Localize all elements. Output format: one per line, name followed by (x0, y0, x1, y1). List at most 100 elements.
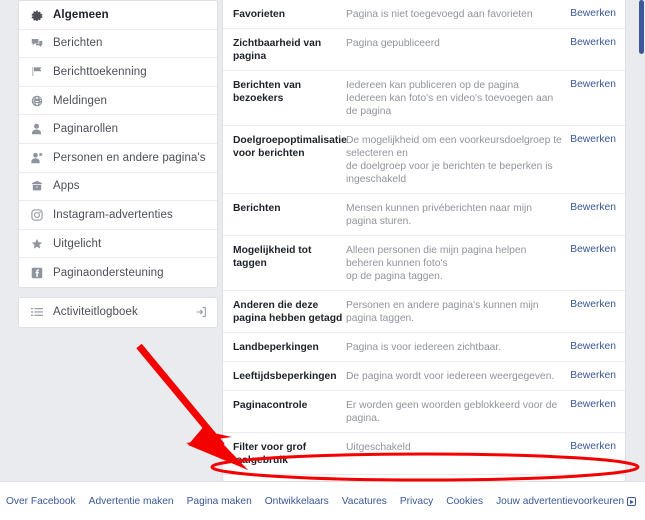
footer-link-list: Over Facebook Advertentie maken Pagina mak… (0, 482, 645, 520)
app-root: Algemeen Berichten Berichttoekenning Meldin… (0, 0, 645, 520)
edit-link[interactable]: Bewerken (570, 369, 616, 381)
settings-row-label: Anderen die deze pagina hebben getagd (233, 300, 343, 324)
footer-link-label: Advertentie maken (88, 496, 174, 507)
footer-link-jouw-advertentievoorkeuren[interactable]: Jouw advertentievoorkeuren (496, 496, 637, 507)
settings-row-label: Paginacontrole (233, 400, 308, 411)
sidebar-item-paginarollen[interactable]: Paginarollen (19, 115, 217, 144)
settings-row-label: Leeftijdsbeperkingen (233, 371, 337, 382)
settings-row: Paginacontrole Er worden geen woorden geb… (223, 391, 625, 433)
settings-row-value: Pagina is niet toegevoegd aan favorieten (346, 7, 570, 21)
site-footer: Over Facebook Advertentie maken Pagina mak… (0, 481, 645, 520)
page-body: Algemeen Berichten Berichttoekenning Meldin… (0, 0, 645, 520)
settings-row: Leeftijdsbeperkingen De pagina wordt voor… (223, 362, 625, 391)
sidebar-item-berichttoekenning[interactable]: Berichttoekenning (19, 58, 217, 87)
settings-row-value: De mogelijkheid om een voorkeursdoelgroe… (346, 133, 570, 186)
settings-row-value-line: Pagina is voor iedereen zichtbaar. (346, 342, 502, 353)
settings-table: Favorieten Pagina is niet toegevoegd aan … (222, 0, 626, 520)
settings-row-label: Berichten van bezoekers (233, 80, 302, 104)
sidebar-item-label: Paginaondersteuning (53, 266, 164, 279)
footer-link-pagina-maken[interactable]: Pagina maken (187, 496, 252, 507)
sidebar-item-berichten[interactable]: Berichten (19, 30, 217, 59)
sidebar-item-personen-en-andere-pagina-s[interactable]: Personen en andere pagina's (19, 144, 217, 173)
sidebar-item-algemeen[interactable]: Algemeen (19, 1, 217, 30)
page-scrollbar[interactable] (638, 0, 645, 481)
person-add-icon (29, 151, 44, 164)
settings-row-value: Mensen kunnen privéberichten naar mijn p… (346, 201, 570, 228)
settings-row-value: Personen en andere pagina's kunnen mijn … (346, 298, 570, 325)
settings-row-value: De pagina wordt voor iedereen weergegeve… (346, 369, 570, 383)
footer-link-label: Cookies (446, 496, 484, 507)
box-icon (29, 180, 44, 193)
sidebar-item-label: Algemeen (53, 8, 109, 21)
settings-row-value: Iedereen kan publiceren op de pagina Iede… (346, 78, 570, 118)
settings-row-value: Pagina gepubliceerd (346, 36, 570, 50)
globe-icon (29, 94, 44, 107)
settings-row-value: Er worden geen woorden geblokkeerd voor … (346, 398, 570, 425)
edit-link[interactable]: Bewerken (570, 78, 616, 90)
list-icon (29, 306, 44, 319)
settings-row: Filter voor grof taalgebruik Uitgeschakel… (223, 433, 625, 475)
settings-row-value-line: Pagina is niet toegevoegd aan favorieten (346, 9, 533, 20)
settings-row-label: Berichten (233, 203, 281, 214)
footer-link-vacatures[interactable]: Vacatures (342, 496, 387, 507)
settings-row-value-line: Mensen kunnen privéberichten naar mijn p… (346, 203, 533, 227)
settings-row-label: Favorieten (233, 9, 286, 20)
settings-row-value-line: De pagina wordt voor iedereen weergegeve… (346, 371, 555, 382)
edit-link[interactable]: Bewerken (570, 298, 616, 310)
sidebar-item-label: Activiteitlogboek (53, 306, 138, 319)
edit-link[interactable]: Bewerken (570, 7, 616, 19)
settings-row-label: Doelgroepoptimalisatie voor berichten (233, 135, 347, 159)
sidebar-item-paginaondersteuning[interactable]: Paginaondersteuning (19, 258, 217, 287)
open-external-icon[interactable] (195, 306, 207, 318)
settings-row: Anderen die deze pagina hebben getagd Per… (223, 291, 625, 333)
edit-link[interactable]: Bewerken (570, 340, 616, 352)
sidebar-item-label: Meldingen (53, 94, 107, 107)
settings-row-value-line: Pagina gepubliceerd (346, 38, 440, 49)
footer-link-label: Vacatures (341, 496, 387, 507)
sidebar-item-label: Personen en andere pagina's (53, 151, 206, 164)
settings-row: Berichten van bezoekers Iedereen kan publ… (223, 71, 625, 126)
footer-link-label: Over Facebook (6, 496, 76, 507)
edit-link[interactable]: Bewerken (570, 36, 616, 48)
sidebar-item-apps[interactable]: Apps (19, 173, 217, 202)
edit-link[interactable]: Bewerken (570, 440, 616, 452)
instagram-icon (29, 208, 44, 221)
sidebar-item-label: Instagram-advertenties (53, 208, 173, 221)
settings-row-value-line: Personen en andere pagina's kunnen mijn … (346, 300, 539, 324)
settings-row: Zichtbaarheid van pagina Pagina gepublice… (223, 29, 625, 71)
facebook-icon (29, 266, 44, 279)
settings-row-value: Uitgeschakeld (346, 440, 570, 454)
edit-link[interactable]: Bewerken (570, 243, 616, 255)
footer-link-ontwikkelaars[interactable]: Ontwikkelaars (265, 496, 329, 507)
settings-row-value-line: Er worden geen woorden geblokkeerd voor … (346, 400, 558, 424)
adchoices-icon[interactable] (627, 497, 637, 506)
sidebar-item-content: Activiteitlogboek (29, 306, 138, 319)
settings-row: Berichten Mensen kunnen privéberichten na… (223, 194, 625, 236)
footer-link-cookies[interactable]: Cookies (446, 496, 483, 507)
sidebar-item-activiteitlogboek[interactable]: Activiteitlogboek (19, 298, 217, 327)
settings-row-value: Pagina is voor iedereen zichtbaar. (346, 340, 570, 354)
sidebar-item-label: Berichttoekenning (53, 65, 147, 78)
edit-link[interactable]: Bewerken (570, 133, 616, 145)
sidebar-item-label: Paginarollen (53, 123, 119, 136)
flag-icon (29, 65, 44, 78)
edit-link[interactable]: Bewerken (570, 398, 616, 410)
footer-link-label: Privacy (399, 496, 434, 507)
settings-row-value-line: de doelgroep voor je berichten te beperk… (346, 161, 553, 185)
settings-row-value-line: Uitgeschakeld (346, 442, 411, 453)
sidebar-item-meldingen[interactable]: Meldingen (19, 87, 217, 116)
settings-row-value: Alleen personen die mijn pagina helpen b… (346, 243, 570, 283)
sidebar-item-label: Apps (53, 180, 80, 193)
footer-link-over-facebook[interactable]: Over Facebook (6, 496, 76, 507)
sidebar-item-instagram-advertenties[interactable]: Instagram-advertenties (19, 201, 217, 230)
footer-link-advertentie-maken[interactable]: Advertentie maken (89, 496, 174, 507)
sidebar-item-label: Uitgelicht (53, 237, 102, 250)
sidebar-secondary-card: Activiteitlogboek (18, 296, 218, 328)
settings-row-label: Zichtbaarheid van pagina (233, 38, 322, 62)
settings-row-label: Filter voor grof taalgebruik (233, 442, 307, 466)
sidebar-item-uitgelicht[interactable]: Uitgelicht (19, 230, 217, 259)
footer-link-privacy[interactable]: Privacy (400, 496, 433, 507)
edit-link[interactable]: Bewerken (570, 201, 616, 213)
page-scrollbar-thumb[interactable] (639, 0, 644, 54)
settings-row-value-line: op de pagina taggen. (346, 271, 443, 282)
